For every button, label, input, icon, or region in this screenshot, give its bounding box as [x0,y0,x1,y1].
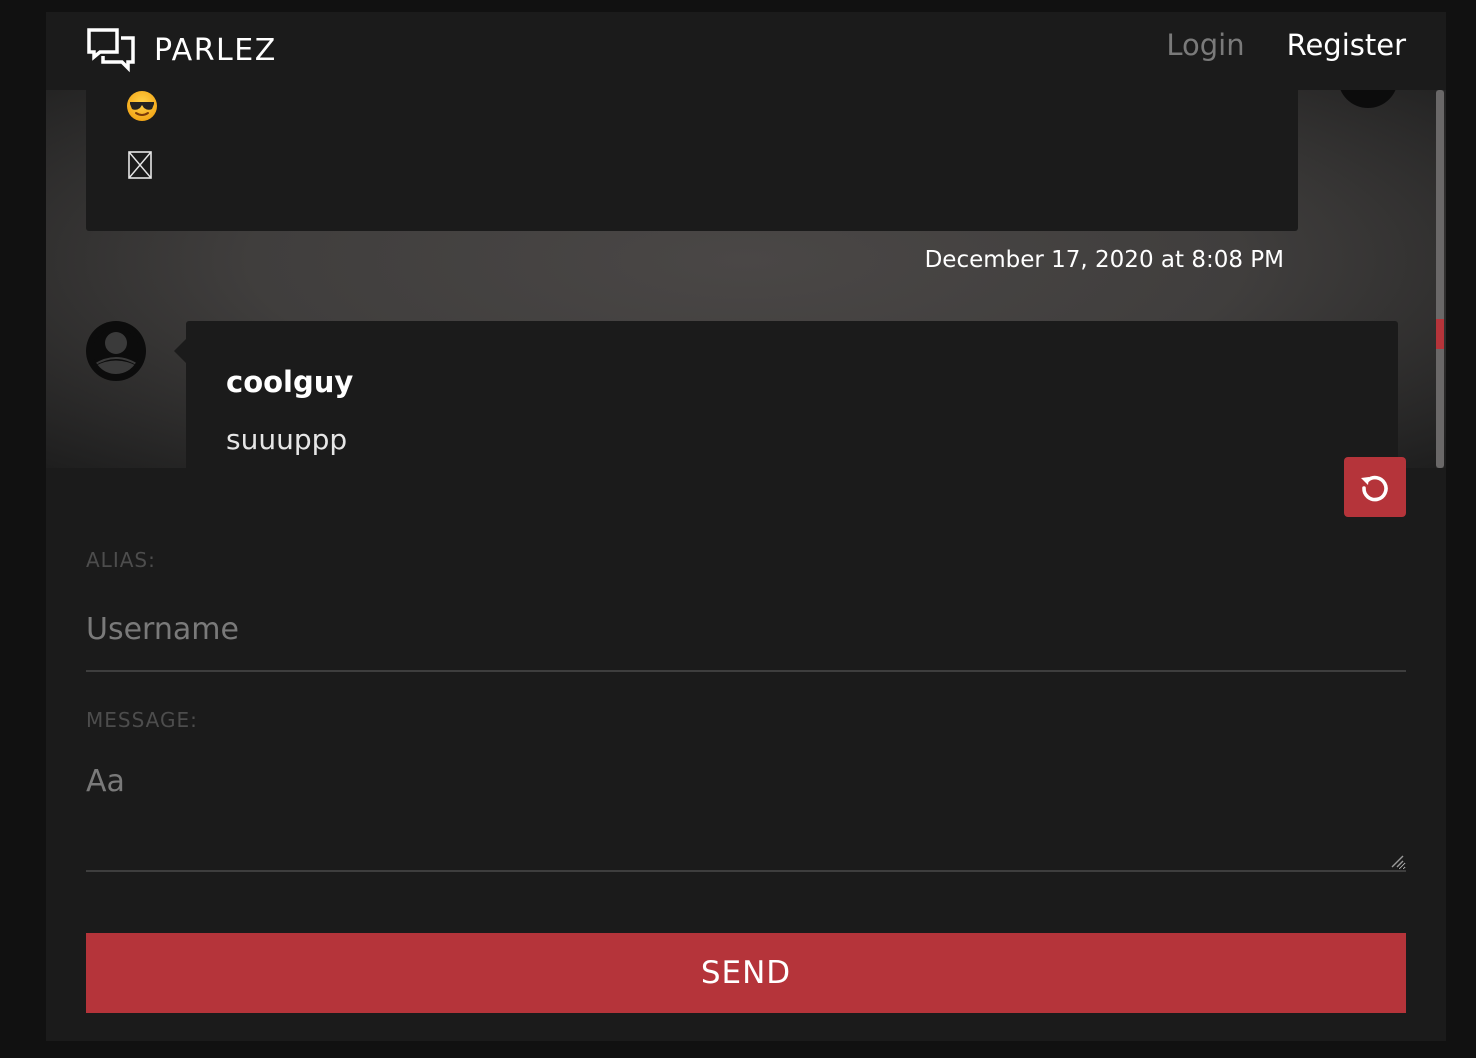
chat-bubbles-icon [87,28,135,73]
refresh-button[interactable] [1344,457,1406,517]
message-input[interactable] [86,760,1406,872]
app-container: PARLEZ Login Register December 17, 2020 … [46,12,1446,1041]
refresh-icon [1361,475,1388,502]
chat-messages-area[interactable]: December 17, 2020 at 8:08 PM coolguy suu… [46,90,1446,468]
bubble-tail [174,339,186,363]
register-link[interactable]: Register [1287,28,1406,62]
brand[interactable]: PARLEZ [86,26,277,74]
top-nav-bar: PARLEZ Login Register [46,12,1446,90]
resize-handle-icon[interactable] [1390,854,1404,868]
chat-scrollbar[interactable] [1436,90,1444,468]
login-link[interactable]: Login [1166,28,1244,62]
scrollbar-marker [1436,319,1444,349]
sunglasses-emoji [126,90,158,122]
alias-label: ALIAS: [86,548,156,572]
broken-image-icon [128,151,152,179]
send-button[interactable]: SEND [86,933,1406,1013]
brand-name: PARLEZ [154,32,277,68]
message-timestamp: December 17, 2020 at 8:08 PM [924,247,1284,273]
message-label: MESSAGE: [86,708,198,732]
user-avatar-icon [86,321,146,381]
scrollbar-thumb[interactable] [1436,90,1444,468]
message-bubble [86,90,1298,231]
alias-input[interactable] [86,598,1406,672]
nav-links: Login Register [1166,28,1406,62]
avatar [1338,90,1398,108]
message-text: suuuppp [226,423,348,456]
message-bubble: coolguy suuuppp [174,321,1398,468]
sunglasses-emoji-icon [127,91,157,121]
message-username: coolguy [226,365,354,399]
